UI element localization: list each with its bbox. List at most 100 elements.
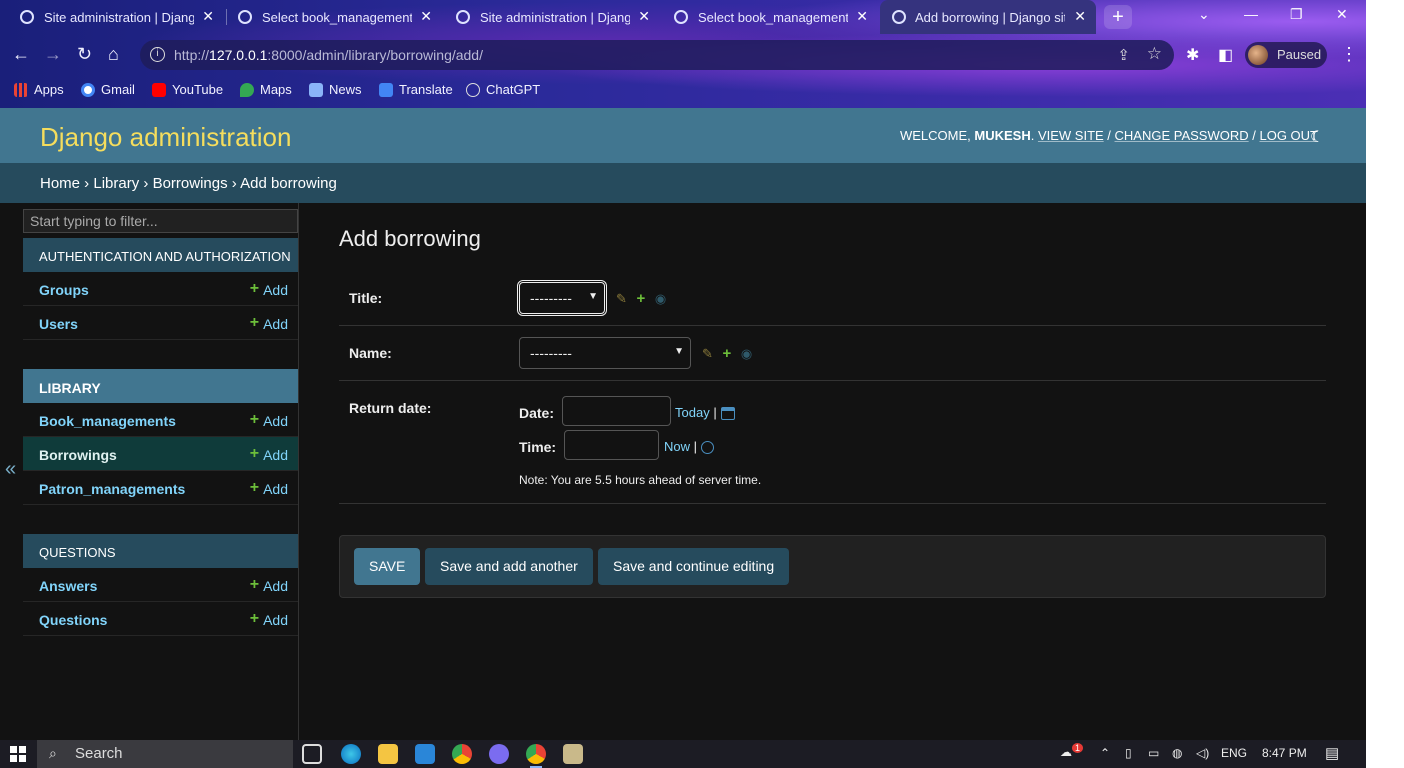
- paint-icon[interactable]: [563, 744, 583, 764]
- minimize-icon[interactable]: —: [1244, 6, 1258, 22]
- close-icon[interactable]: ✕: [1074, 8, 1086, 25]
- breadcrumb-home[interactable]: Home: [40, 175, 80, 192]
- time-input[interactable]: [564, 430, 659, 460]
- clock-time[interactable]: 8:47 PM: [1262, 746, 1307, 760]
- profile-button[interactable]: Paused: [1245, 42, 1327, 68]
- back-icon[interactable]: ←: [12, 44, 30, 65]
- save-and-add-another-button[interactable]: Save and add another: [425, 548, 593, 585]
- restore-icon[interactable]: ❐: [1290, 6, 1303, 23]
- now-link[interactable]: Now: [664, 439, 690, 454]
- clock-icon[interactable]: [701, 441, 715, 455]
- share-icon[interactable]: ⇪: [1117, 46, 1130, 64]
- bookmark-star-icon[interactable]: ☆: [1147, 44, 1162, 64]
- file-explorer-icon[interactable]: [378, 744, 398, 764]
- change-password-link[interactable]: CHANGE PASSWORD: [1115, 128, 1249, 143]
- edit-pencil-icon[interactable]: ✎: [616, 291, 627, 306]
- browser-tab-4[interactable]: Select book_management to ✕: [654, 0, 878, 34]
- tray-device-icon[interactable]: ▯: [1125, 746, 1132, 760]
- model-link[interactable]: Borrowings: [39, 447, 117, 463]
- home-icon[interactable]: ⌂: [108, 44, 119, 65]
- module-caption[interactable]: LIBRARY: [23, 369, 298, 403]
- info-icon[interactable]: i: [150, 47, 165, 62]
- calendar-icon[interactable]: [720, 407, 735, 421]
- model-link[interactable]: Patron_managements: [39, 481, 185, 497]
- vscode-icon[interactable]: [415, 744, 435, 764]
- date-input[interactable]: [562, 396, 671, 426]
- model-link[interactable]: Groups: [39, 282, 89, 298]
- sidebar-filter-input[interactable]: Start typing to filter...: [23, 209, 298, 233]
- bookmark-gmail[interactable]: Gmail: [81, 82, 135, 97]
- network-globe-icon[interactable]: ◍: [1172, 746, 1182, 760]
- add-link[interactable]: + Add: [250, 280, 288, 300]
- volume-icon[interactable]: ◁): [1196, 746, 1209, 760]
- add-related-plus-icon[interactable]: +: [637, 290, 646, 307]
- add-link[interactable]: + Add: [250, 576, 288, 596]
- sidebar-toggle[interactable]: «: [0, 203, 22, 740]
- browser-toolbar: ← → ↻ ⌂ i http://127.0.0.1:8000/admin/li…: [0, 34, 1366, 76]
- bookmark-translate[interactable]: Translate: [379, 82, 453, 97]
- view-site-link[interactable]: VIEW SITE: [1038, 128, 1104, 143]
- tab-title: Site administration | Django: [44, 10, 194, 25]
- edit-pencil-icon[interactable]: ✎: [702, 346, 713, 361]
- save-button[interactable]: SAVE: [354, 548, 421, 585]
- model-link[interactable]: Answers: [39, 578, 97, 594]
- reload-icon[interactable]: ↻: [77, 44, 92, 65]
- extensions-icon[interactable]: ✱: [1186, 45, 1199, 65]
- forward-icon[interactable]: →: [44, 44, 62, 65]
- media-player-icon[interactable]: [489, 744, 509, 764]
- bookmark-youtube[interactable]: YouTube: [152, 82, 223, 97]
- breadcrumb-borrowings[interactable]: Borrowings: [153, 175, 228, 192]
- bookmark-maps[interactable]: Maps: [240, 82, 292, 97]
- close-icon[interactable]: ✕: [856, 8, 868, 25]
- bookmark-news[interactable]: News: [309, 82, 362, 97]
- breadcrumb-library[interactable]: Library: [93, 175, 139, 192]
- chrome-icon[interactable]: [452, 744, 472, 764]
- url-text[interactable]: http://127.0.0.1:8000/admin/library/borr…: [174, 47, 483, 63]
- browser-tab-1[interactable]: Site administration | Django ✕: [0, 0, 224, 34]
- close-icon[interactable]: ✕: [420, 8, 432, 25]
- title-select[interactable]: --------- ▼: [519, 282, 605, 314]
- browser-tab-3[interactable]: Site administration | Django ✕: [436, 0, 660, 34]
- name-select[interactable]: --------- ▼: [519, 337, 691, 369]
- edge-icon[interactable]: [341, 744, 361, 764]
- bookmark-chatgpt[interactable]: ChatGPT: [466, 82, 540, 97]
- weather-icon[interactable]: ☁ 1: [1060, 743, 1084, 759]
- save-and-continue-button[interactable]: Save and continue editing: [598, 548, 790, 585]
- chrome-active-icon[interactable]: [526, 744, 546, 768]
- add-link[interactable]: + Add: [250, 411, 288, 431]
- model-link[interactable]: Users: [39, 316, 78, 332]
- window-close-icon[interactable]: ✕: [1336, 6, 1348, 23]
- side-panel-icon[interactable]: ◧: [1218, 45, 1233, 65]
- view-eye-icon[interactable]: ◉: [741, 346, 752, 361]
- new-tab-button[interactable]: +: [1104, 5, 1132, 29]
- add-link[interactable]: + Add: [250, 314, 288, 334]
- model-link[interactable]: Book_managements: [39, 413, 176, 429]
- close-icon[interactable]: ✕: [638, 8, 650, 25]
- browser-tab-active[interactable]: Add borrowing | Django site ✕: [880, 0, 1096, 34]
- task-view-icon[interactable]: [302, 744, 322, 764]
- windows-start-icon[interactable]: [10, 746, 26, 762]
- module-caption[interactable]: QUESTIONS: [23, 534, 298, 568]
- add-link[interactable]: + Add: [250, 479, 288, 499]
- view-eye-icon[interactable]: ◉: [655, 291, 666, 306]
- notification-center-icon[interactable]: ▤: [1325, 744, 1339, 762]
- tray-overflow-chevron-icon[interactable]: ⌃: [1100, 746, 1110, 760]
- theme-toggle-moon-icon[interactable]: ☾: [1310, 127, 1324, 147]
- sidebar-item-book-managements: Book_managements + Add: [23, 403, 298, 437]
- module-caption[interactable]: AUTHENTICATION AND AUTHORIZATION: [23, 238, 298, 272]
- close-icon[interactable]: ✕: [202, 8, 214, 25]
- language-indicator[interactable]: ENG: [1221, 746, 1247, 760]
- address-bar[interactable]: i http://127.0.0.1:8000/admin/library/bo…: [140, 40, 1174, 70]
- site-brand[interactable]: Django administration: [40, 122, 291, 153]
- model-link[interactable]: Questions: [39, 612, 107, 628]
- kebab-menu-icon[interactable]: ⋮: [1340, 44, 1358, 65]
- bookmark-apps[interactable]: Apps: [14, 82, 64, 97]
- today-link[interactable]: Today: [675, 405, 710, 420]
- add-related-plus-icon[interactable]: +: [723, 345, 732, 362]
- battery-icon[interactable]: ▭: [1148, 746, 1159, 760]
- tab-search-icon[interactable]: ⌄: [1198, 6, 1210, 23]
- browser-tab-2[interactable]: Select book_management to ✕: [218, 0, 442, 34]
- add-link[interactable]: + Add: [250, 610, 288, 630]
- taskbar-search[interactable]: ⌕ Search: [37, 740, 293, 768]
- add-link[interactable]: + Add: [250, 445, 288, 465]
